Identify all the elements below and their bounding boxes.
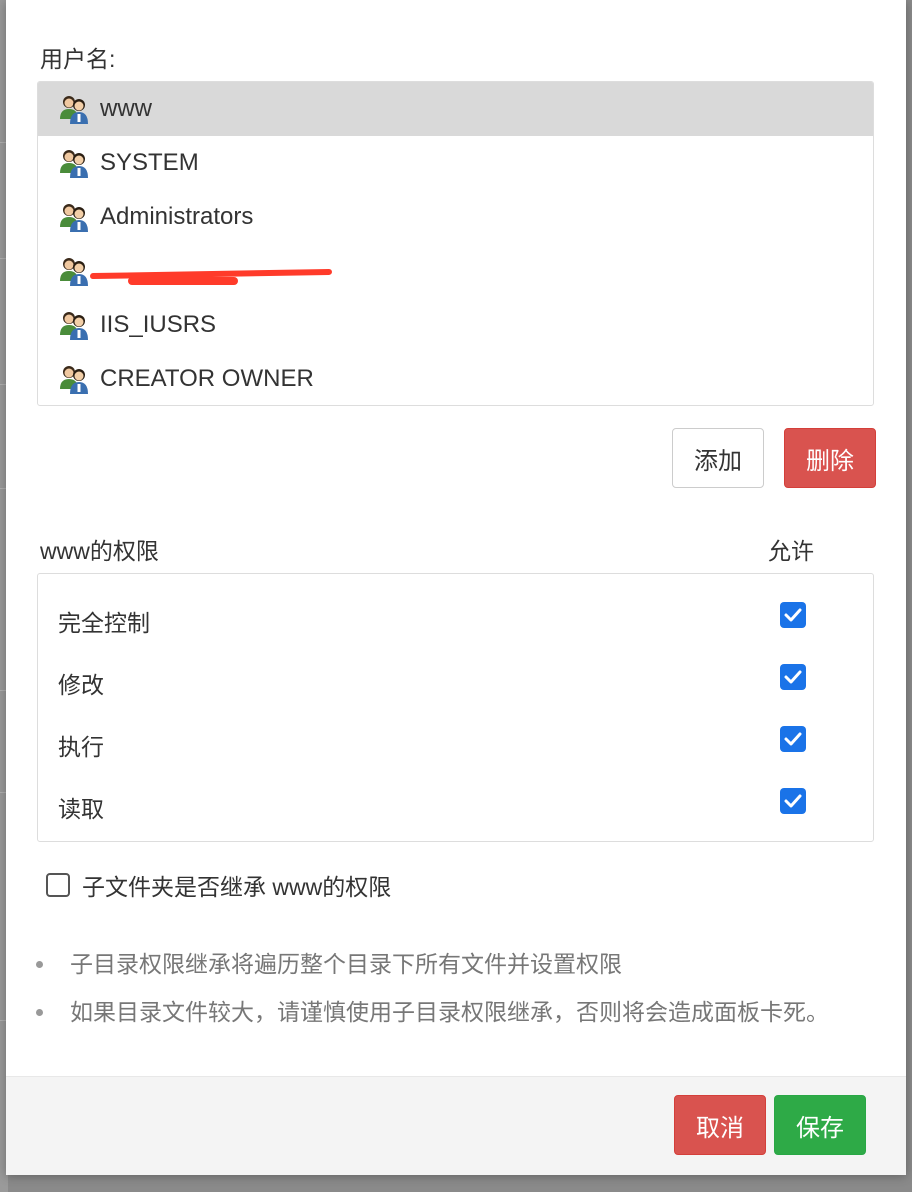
check-icon [784,794,802,808]
user-name: IIS_IUSRS [100,311,217,338]
permission-row-modify: 修改 [38,636,873,698]
check-icon [784,608,802,622]
save-button[interactable]: 保存 [774,1095,866,1155]
user-item-redacted[interactable] [38,244,873,298]
user-group-icon [60,204,88,232]
user-group-icon [60,96,88,124]
user-item-creator-owner[interactable]: CREATOR OWNER [38,352,873,405]
user-group-icon [60,312,88,340]
inherit-option[interactable]: 子文件夹是否继承 www的权限 [46,868,391,902]
inherit-checkbox[interactable] [46,873,70,897]
note-item: 如果目录文件较大，请谨慎使用子目录权限继承，否则将会造成面板卡死。 [30,994,829,1042]
allow-full-control-checkbox[interactable] [780,602,806,628]
user-name: Administrators [100,203,254,230]
allow-column-header: 允许 [768,538,814,564]
permissions-title: www的权限 [40,538,159,564]
dialog-footer: 取消 保存 [6,1076,906,1175]
add-user-button[interactable]: 添加 [672,428,764,488]
allow-modify-checkbox[interactable] [780,664,806,690]
permissions-table: 完全控制 修改 执行 读取 [37,573,874,842]
cancel-button[interactable]: 取消 [674,1095,766,1155]
permission-row-read: 读取 [38,760,873,822]
user-item-www[interactable]: www [38,82,873,136]
notes-list: 子目录权限继承将遍历整个目录下所有文件并设置权限 如果目录文件较大，请谨慎使用子… [30,946,829,1042]
permission-label: 读取 [58,796,104,822]
note-item: 子目录权限继承将遍历整个目录下所有文件并设置权限 [30,946,829,994]
user-group-icon [60,366,88,394]
permission-row-execute: 执行 [38,698,873,760]
inherit-label: 子文件夹是否继承 www的权限 [82,874,392,900]
permissions-dialog: 用户名: www SYSTEM Administrators IIS_IUSRS… [6,0,906,1175]
permission-row-full-control: 完全控制 [38,574,873,636]
check-icon [784,670,802,684]
permission-label: 修改 [58,672,104,698]
user-item-iis-iusrs[interactable]: IIS_IUSRS [38,298,873,352]
check-icon [784,732,802,746]
user-list: www SYSTEM Administrators IIS_IUSRS CREA… [37,81,874,406]
user-group-icon [60,258,88,286]
permission-label: 完全控制 [58,610,150,636]
username-label: 用户名: [40,46,116,72]
user-group-icon [60,150,88,178]
permission-label: 执行 [58,734,104,760]
allow-execute-checkbox[interactable] [780,726,806,752]
delete-user-button[interactable]: 删除 [784,428,876,488]
allow-read-checkbox[interactable] [780,788,806,814]
user-item-system[interactable]: SYSTEM [38,136,873,190]
user-name: SYSTEM [100,149,199,176]
user-item-administrators[interactable]: Administrators [38,190,873,244]
redaction-mark [128,277,238,285]
user-name: CREATOR OWNER [100,365,314,392]
user-name: www [100,95,152,122]
